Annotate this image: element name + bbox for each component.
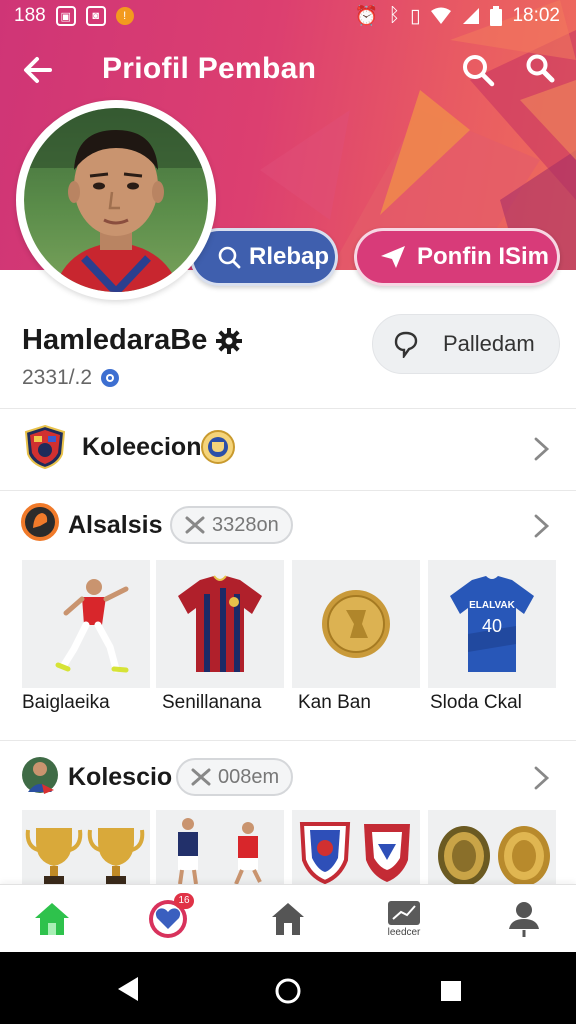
vibrate-icon: ▯ [409, 5, 421, 27]
chat-button-label: Rlebap [249, 243, 330, 270]
chat-bubble-icon [394, 331, 418, 358]
recents-square-icon[interactable] [440, 980, 462, 1002]
gear-icon[interactable] [215, 327, 243, 355]
message-button-label: Palledam [443, 331, 535, 356]
house-icon [272, 903, 304, 935]
section-title: Alsalsis [68, 511, 163, 539]
user-name-text: HamledaraBe [22, 324, 208, 356]
red-striped-jersey-image [178, 575, 262, 672]
message-button[interactable]: Palledam [372, 314, 560, 374]
user-name: HamledaraBe [22, 324, 243, 357]
send-icon [381, 246, 405, 268]
players-image [178, 818, 262, 884]
divider [0, 740, 576, 741]
nav-favorites[interactable]: 16 [138, 885, 198, 953]
chevron-right-icon[interactable] [530, 513, 552, 539]
avatar[interactable] [16, 100, 216, 300]
collection-item[interactable] [22, 810, 150, 884]
app-bar: Priofil Pemban [0, 42, 576, 98]
profile-icon [509, 902, 539, 937]
wifi-icon [431, 7, 452, 24]
trophy-badge-icon [201, 430, 235, 464]
nav-home[interactable] [22, 885, 82, 953]
collection-item[interactable]: ELALVAK 40 [428, 560, 556, 688]
collection-item-label: Sloda Ckal [430, 692, 522, 713]
gallery-icon: ▣ [55, 6, 76, 26]
ghost-icon: ◙ [85, 6, 106, 26]
count-badge-text: 008em [218, 765, 280, 788]
nav-house[interactable] [258, 885, 318, 953]
share-profile-button[interactable]: Ponfin ISim [354, 228, 560, 286]
player-avatar-icon [22, 757, 58, 794]
divider [0, 490, 576, 491]
home-icon [35, 903, 69, 935]
count-badge: 008em [176, 758, 294, 796]
status-left-text: 188 [14, 5, 46, 26]
collection-item[interactable] [156, 560, 284, 688]
player-kicking-image [55, 579, 129, 673]
nav-leaderboard[interactable]: leedcer [374, 885, 434, 953]
chart-icon [388, 901, 420, 925]
user-id-text: 2331/.2 [22, 366, 93, 389]
back-triangle-icon[interactable] [116, 976, 140, 1002]
notification-badge: 16 [174, 893, 194, 909]
verified-badge-icon [101, 369, 120, 387]
chat-button[interactable]: Rlebap [190, 228, 338, 286]
collection-item[interactable] [156, 810, 284, 884]
nav-profile[interactable] [494, 885, 554, 953]
orange-ring-icon [21, 503, 59, 541]
alert-icon: ! [115, 7, 134, 25]
search-icon [218, 246, 241, 269]
medals-image [438, 826, 550, 884]
share-button-label: Ponfin ISim [417, 243, 549, 270]
count-badge-text: 3328on [212, 513, 279, 536]
collection-item[interactable] [22, 560, 150, 688]
collection-item-label: Baiglaeika [22, 692, 110, 713]
blue-jersey-image: ELALVAK 40 [450, 576, 534, 672]
page-title: Priofil Pemban [102, 52, 317, 85]
section-kolescio[interactable]: Kolescio 008em [0, 746, 576, 806]
avatar-photo [24, 108, 208, 292]
club-crest-icon [24, 424, 66, 470]
chevron-right-icon[interactable] [530, 765, 552, 791]
back-arrow-icon[interactable] [20, 52, 56, 88]
bluetooth-icon: ᛒ [388, 5, 400, 26]
gold-coin-image [322, 590, 390, 658]
clock: 18:02 [512, 5, 560, 26]
count-badge: 3328on [170, 506, 293, 544]
system-navigation-bar [0, 952, 576, 1024]
club-badges-image [299, 822, 410, 884]
collection-item[interactable] [292, 560, 420, 688]
crossed-tools-icon [191, 768, 211, 786]
search-icon[interactable] [524, 52, 556, 84]
nav-label: leedcer [387, 927, 421, 938]
jersey-text: ELALVAK [469, 600, 516, 611]
collection-item-label: Senillanana [162, 692, 262, 713]
crossed-tools-icon [185, 516, 205, 534]
battery-icon [490, 6, 503, 26]
section-title: Kolescio [68, 763, 173, 791]
home-circle-icon[interactable] [274, 977, 302, 1005]
collection-item[interactable] [428, 810, 556, 884]
section-title: Koleecion [82, 433, 202, 461]
signal-icon [463, 8, 480, 24]
chevron-right-icon[interactable] [530, 436, 552, 462]
collection-item[interactable] [292, 810, 420, 884]
section-koleecion[interactable]: Koleecion [0, 418, 576, 478]
jersey-number: 40 [482, 616, 502, 636]
bottom-navigation: 16 leedcer [0, 884, 576, 952]
divider [0, 408, 576, 409]
collection-item-label: Kan Ban [298, 692, 371, 713]
user-id: 2331/.2 [22, 366, 120, 390]
search-icon[interactable] [460, 52, 496, 88]
section-alsalsis[interactable]: Alsalsis 3328on [0, 496, 576, 556]
status-bar: 188 ▣ ◙ ! ⏰ ᛒ ▯ 18:02 [0, 0, 576, 32]
trophies-image [25, 828, 145, 884]
alarm-icon: ⏰ [354, 6, 379, 27]
